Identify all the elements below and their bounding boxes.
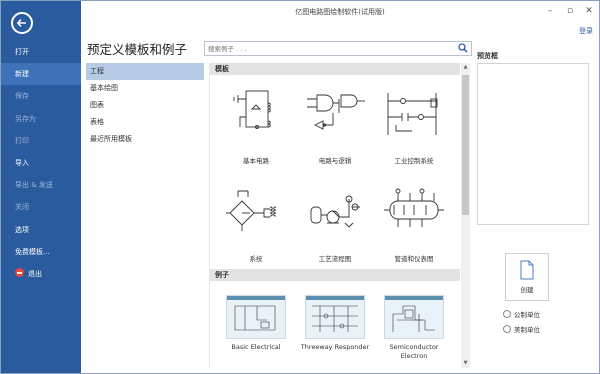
radio-metric[interactable] [503, 310, 511, 318]
menu-save[interactable]: 保存 [1, 85, 81, 107]
search-icon[interactable] [458, 43, 468, 53]
menu-options[interactable]: 选项 [1, 219, 81, 241]
minimize-button[interactable]: – [542, 4, 558, 18]
circuit-logic-thumbnail [307, 94, 365, 130]
example-threeway-responder[interactable]: Threeway Responder [297, 295, 373, 352]
category-engineering[interactable]: 工程 [86, 63, 204, 80]
scroll-thumb[interactable] [462, 75, 469, 215]
category-basic-drawing[interactable]: 基本绘图 [86, 80, 204, 97]
template-system[interactable]: 系统 [218, 179, 294, 263]
template-circuit-logic[interactable]: 电路与逻辑 [297, 81, 373, 165]
page-title: 预定义模板和例子 [87, 42, 188, 57]
section-templates: 模板 [210, 63, 460, 75]
new-document-icon [520, 260, 534, 280]
example-basic-electrical[interactable]: Basic Electrical [218, 295, 294, 352]
system-thumbnail [226, 190, 277, 231]
threeway-responder-thumbnail [305, 295, 365, 339]
scroll-up-icon[interactable]: ▲ [461, 63, 470, 72]
back-button[interactable] [11, 12, 33, 34]
menu-print[interactable]: 打印 [1, 130, 81, 152]
template-scrollbar[interactable]: ▲ ▼ [461, 63, 470, 368]
example-grid: Basic Electrical Threeway Responder Semi… [210, 281, 460, 367]
preview-box [477, 63, 589, 225]
basic-electrical-thumbnail [226, 295, 286, 339]
backstage-sidebar: 打开 新建 保存 另存为 打印 导入 导出 & 发送 关闭 选项 免费模板...… [1, 1, 81, 373]
login-link[interactable]: 登录 [579, 26, 593, 36]
pid-thumbnail [384, 188, 444, 227]
menu-new[interactable]: 新建 [1, 63, 81, 86]
maximize-button[interactable]: ▫ [562, 4, 578, 18]
close-button[interactable]: ✕ [581, 4, 597, 18]
back-arrow-icon [16, 18, 26, 28]
category-list: 工程 基本绘图 图表 表格 最近所用模板 [86, 63, 204, 368]
template-basic-circuit[interactable]: 基本电路 [218, 81, 294, 165]
radio-us[interactable] [503, 325, 511, 333]
category-charts[interactable]: 图表 [86, 97, 204, 114]
window-title: 亿图电路图绘制软件(试用版) [295, 8, 385, 16]
menu-import[interactable]: 导入 [1, 152, 81, 174]
unit-metric[interactable]: 公制单位 [503, 309, 540, 319]
category-recent-templates[interactable]: 最近所用模板 [86, 131, 204, 148]
basic-circuit-thumbnail [233, 90, 271, 129]
semiconductor-electron-thumbnail [384, 295, 444, 339]
title-bar: 亿图电路图绘制软件(试用版) [81, 1, 599, 23]
template-industrial-control[interactable]: 工业控制系统 [376, 81, 452, 165]
unit-us[interactable]: 美制单位 [503, 324, 540, 334]
template-process-flow[interactable]: 工艺流程图 [297, 179, 373, 263]
scroll-down-icon[interactable]: ▼ [461, 359, 470, 368]
template-grid: 基本电路 电路与逻辑 工业控制系统 系统 工艺流程图 管道和仪表图 [210, 75, 460, 269]
search-box[interactable] [204, 41, 472, 56]
menu-export-send[interactable]: 导出 & 发送 [1, 174, 81, 196]
preview-label: 预览框 [477, 52, 498, 60]
industrial-control-thumbnail [387, 93, 438, 135]
menu-close[interactable]: 关闭 [1, 196, 81, 218]
exit-icon [15, 268, 24, 278]
template-pid[interactable]: 管道和仪表图 [376, 179, 452, 263]
menu-free-templates[interactable]: 免费模板... [1, 241, 81, 263]
category-tables[interactable]: 表格 [86, 114, 204, 131]
search-input[interactable] [205, 42, 451, 55]
menu-open[interactable]: 打开 [1, 41, 81, 63]
create-button[interactable]: 创建 [505, 253, 549, 301]
app-window: 打开 新建 保存 另存为 打印 导入 导出 & 发送 关闭 选项 免费模板...… [0, 0, 600, 374]
menu-exit[interactable]: 退出 [1, 263, 81, 285]
process-flow-thumbnail [310, 195, 360, 228]
menu-save-as[interactable]: 另存为 [1, 108, 81, 130]
example-semiconductor-electron[interactable]: Semiconductor Electron [376, 295, 452, 361]
template-panel: 模板 基本电路 电路与逻辑 工业控制系统 系统 工艺流程图 管道和仪表图 例子 … [209, 63, 460, 367]
section-examples: 例子 [210, 269, 460, 281]
sidebar-menu: 打开 新建 保存 另存为 打印 导入 导出 & 发送 关闭 选项 免费模板...… [1, 41, 81, 285]
